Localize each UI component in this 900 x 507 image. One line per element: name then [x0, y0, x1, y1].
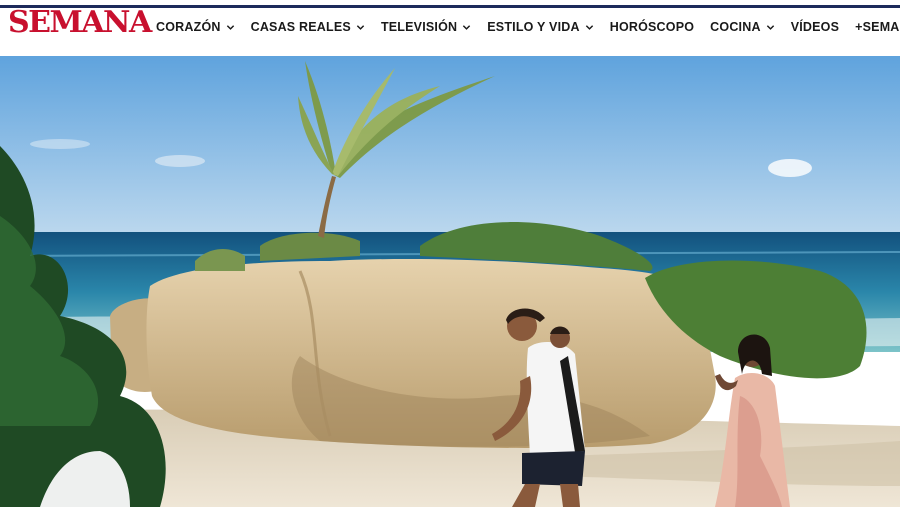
cloud	[155, 155, 205, 167]
nav-item-horoscopo[interactable]: HORÓSCOPO	[610, 20, 694, 34]
nav-item-television[interactable]: TELEVISIÓN	[381, 20, 471, 34]
hero-photo[interactable]	[0, 56, 900, 507]
person-background	[550, 326, 570, 348]
nav-item-casas-reales[interactable]: CASAS REALES	[251, 20, 365, 34]
man-shorts	[522, 451, 585, 486]
main-nav: CORAZÓN CASAS REALES TELEVISIÓN ESTILO Y…	[156, 20, 900, 34]
cloud	[768, 159, 812, 177]
nav-item-label: +SEMANA	[855, 20, 900, 34]
nav-item-label: VÍDEOS	[790, 20, 840, 34]
nav-item-corazon[interactable]: CORAZÓN	[156, 20, 235, 34]
nav-item-label: COCINA	[710, 20, 761, 34]
chevron-down-icon	[463, 24, 471, 30]
nav-item-estilo-y-vida[interactable]: ESTILO Y VIDA	[487, 20, 593, 34]
nav-item-label: ESTILO Y VIDA	[487, 20, 580, 34]
site-logo[interactable]: SEMANA	[8, 6, 152, 40]
nav-item-label: CASAS REALES	[250, 20, 351, 34]
cloud	[30, 139, 90, 149]
nav-item-cocina[interactable]: COCINA	[710, 20, 775, 34]
chevron-down-icon	[585, 24, 593, 30]
sky	[0, 56, 900, 236]
nav-item-mas-semana[interactable]: +SEMANA	[855, 20, 900, 34]
chevron-down-icon	[766, 24, 774, 30]
nav-item-label: TELEVISIÓN	[380, 20, 458, 34]
beach-scene-image	[0, 56, 900, 507]
nav-item-label: HORÓSCOPO	[609, 20, 695, 34]
chevron-down-icon	[226, 24, 234, 30]
nav-item-label: CORAZÓN	[156, 20, 221, 34]
chevron-down-icon	[356, 24, 365, 30]
site-header: SEMANA CORAZÓN CASAS REALES TELEVISIÓN E…	[0, 0, 900, 56]
nav-item-videos[interactable]: VÍDEOS	[791, 20, 839, 34]
